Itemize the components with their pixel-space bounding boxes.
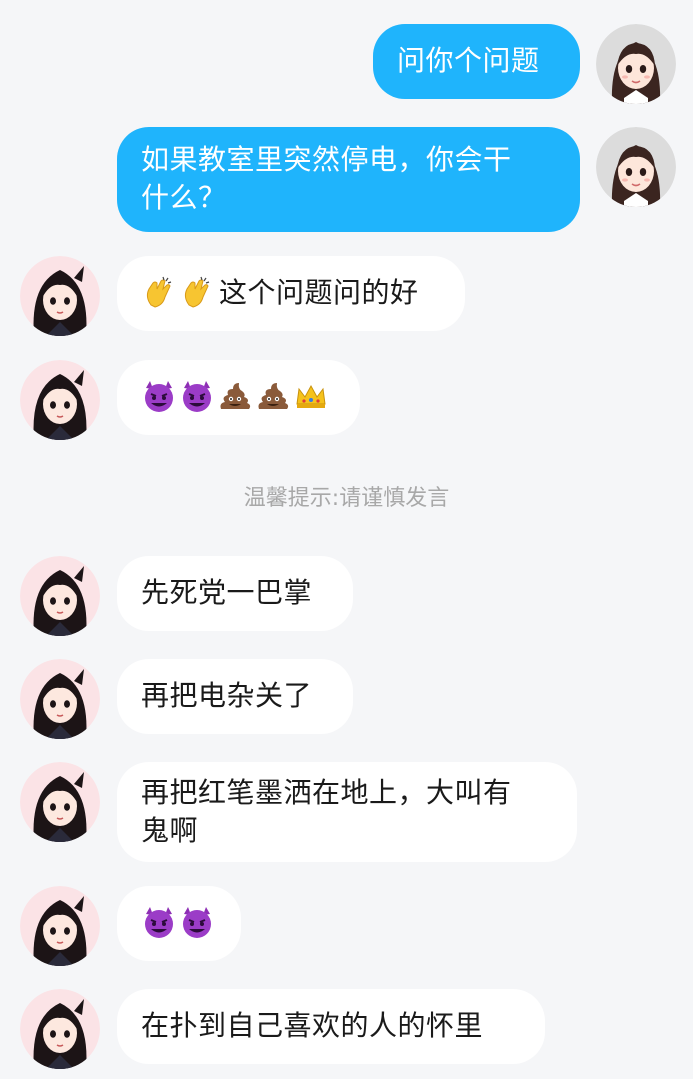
message-content (141, 378, 336, 414)
message-bubble-incoming[interactable]: 这个问题问的好 (117, 256, 465, 331)
message-bubble-incoming[interactable]: 再把电杂关了 (117, 659, 353, 734)
contact-avatar[interactable] (20, 659, 100, 739)
clapping-hands-emoji (141, 275, 177, 311)
contact-avatar-image (20, 360, 100, 440)
clapping-hands-emoji (179, 275, 215, 311)
message-row-outgoing: 问你个问题 (0, 24, 693, 104)
message-text-line: 鬼啊 (141, 814, 199, 847)
contact-avatar-image (20, 886, 100, 966)
user-avatar-image (596, 24, 676, 104)
user-avatar[interactable] (596, 127, 676, 207)
message-text: 在扑到自己喜欢的人的怀里 (141, 1009, 484, 1042)
message-row-incoming (0, 886, 693, 966)
message-content (141, 904, 217, 940)
contact-avatar-image (20, 556, 100, 636)
message-text-line: 如果教室里突然停电，你会干 (141, 143, 512, 176)
message-bubble-incoming[interactable] (117, 360, 360, 435)
chat-view[interactable]: 问你个问题 如果教室里突然停电，你会干 什么？ 这个问题问的好 温馨提示:请谨慎… (0, 0, 693, 1079)
message-row-incoming: 这个问题问的好 (0, 256, 693, 336)
poop-emoji (217, 378, 253, 414)
message-text: 先死党一巴掌 (141, 576, 313, 609)
contact-avatar[interactable] (20, 360, 100, 440)
message-text-line: 再把红笔墨洒在地上，大叫有 (141, 776, 512, 809)
smiling-devil-emoji (179, 904, 215, 940)
message-bubble-incoming[interactable]: 先死党一巴掌 (117, 556, 353, 631)
message-text-line: 什么？ (141, 181, 227, 214)
contact-avatar[interactable] (20, 556, 100, 636)
contact-avatar[interactable] (20, 989, 100, 1069)
message-text: 问你个问题 (397, 44, 540, 77)
contact-avatar[interactable] (20, 886, 100, 966)
contact-avatar-image (20, 256, 100, 336)
contact-avatar-image (20, 659, 100, 739)
message-row-incoming: 先死党一巴掌 (0, 556, 693, 636)
message-bubble-incoming[interactable] (117, 886, 241, 961)
contact-avatar[interactable] (20, 256, 100, 336)
message-content: 这个问题问的好 (141, 274, 441, 312)
user-avatar-image (596, 127, 676, 207)
message-bubble-incoming[interactable]: 在扑到自己喜欢的人的怀里 (117, 989, 545, 1064)
smiling-devil-emoji (141, 904, 177, 940)
contact-avatar[interactable] (20, 762, 100, 842)
system-tip: 温馨提示:请谨慎发言 (243, 486, 450, 511)
smiling-devil-emoji (141, 378, 177, 414)
message-text: 再把电杂关了 (141, 679, 313, 712)
message-row-incoming (0, 360, 693, 440)
user-avatar[interactable] (596, 24, 676, 104)
message-row-outgoing: 如果教室里突然停电，你会干 什么？ (0, 127, 693, 232)
message-bubble-incoming[interactable]: 再把红笔墨洒在地上，大叫有 鬼啊 (117, 762, 577, 862)
crown-emoji (293, 378, 329, 414)
message-bubble-outgoing[interactable]: 如果教室里突然停电，你会干 什么？ (117, 127, 580, 232)
message-row-incoming: 在扑到自己喜欢的人的怀里 (0, 989, 693, 1069)
poop-emoji (255, 378, 291, 414)
message-text: 这个问题问的好 (219, 276, 419, 309)
contact-avatar-image (20, 989, 100, 1069)
contact-avatar-image (20, 762, 100, 842)
smiling-devil-emoji (179, 378, 215, 414)
message-row-incoming: 再把电杂关了 (0, 659, 693, 739)
message-row-incoming: 再把红笔墨洒在地上，大叫有 鬼啊 (0, 762, 693, 862)
message-bubble-outgoing[interactable]: 问你个问题 (373, 24, 580, 99)
